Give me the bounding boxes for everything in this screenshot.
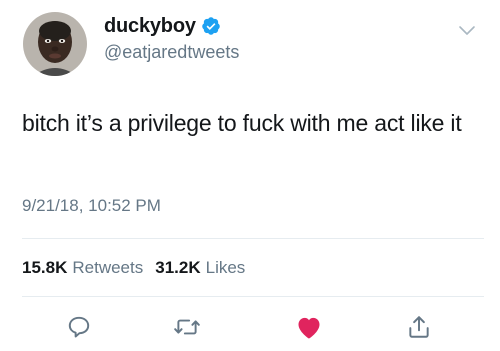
- like-button[interactable]: [294, 313, 324, 341]
- display-name[interactable]: duckyboy: [104, 15, 196, 38]
- likes-label[interactable]: Likes: [206, 258, 246, 278]
- chevron-down-icon[interactable]: [458, 24, 476, 36]
- tweet-text: bitch it’s a privilege to fuck with me a…: [22, 110, 462, 136]
- share-button[interactable]: [404, 313, 434, 341]
- tweet-stats: 15.8K Retweets 31.2K Likes: [22, 258, 257, 278]
- user-handle[interactable]: @eatjaredtweets: [104, 42, 239, 63]
- retweets-label[interactable]: Retweets: [72, 258, 143, 278]
- reply-icon: [68, 316, 90, 338]
- divider: [22, 296, 484, 297]
- avatar[interactable]: [23, 12, 87, 76]
- tweet-card: duckyboy @eatjaredtweets bitch it’s a pr…: [0, 0, 500, 351]
- retweet-icon: [174, 319, 200, 335]
- verified-badge-icon: [201, 16, 221, 36]
- profile-photo-icon: [23, 12, 87, 76]
- reply-button[interactable]: [64, 313, 94, 341]
- share-icon: [409, 316, 429, 338]
- display-name-row: duckyboy: [104, 14, 221, 38]
- tweet-actions: [0, 313, 500, 341]
- heart-icon: [298, 317, 320, 339]
- tweet-timestamp[interactable]: 9/21/18, 10:52 PM: [22, 196, 161, 216]
- retweet-button[interactable]: [172, 313, 202, 341]
- retweets-count[interactable]: 15.8K: [22, 258, 67, 278]
- divider: [22, 238, 484, 239]
- likes-count[interactable]: 31.2K: [155, 258, 200, 278]
